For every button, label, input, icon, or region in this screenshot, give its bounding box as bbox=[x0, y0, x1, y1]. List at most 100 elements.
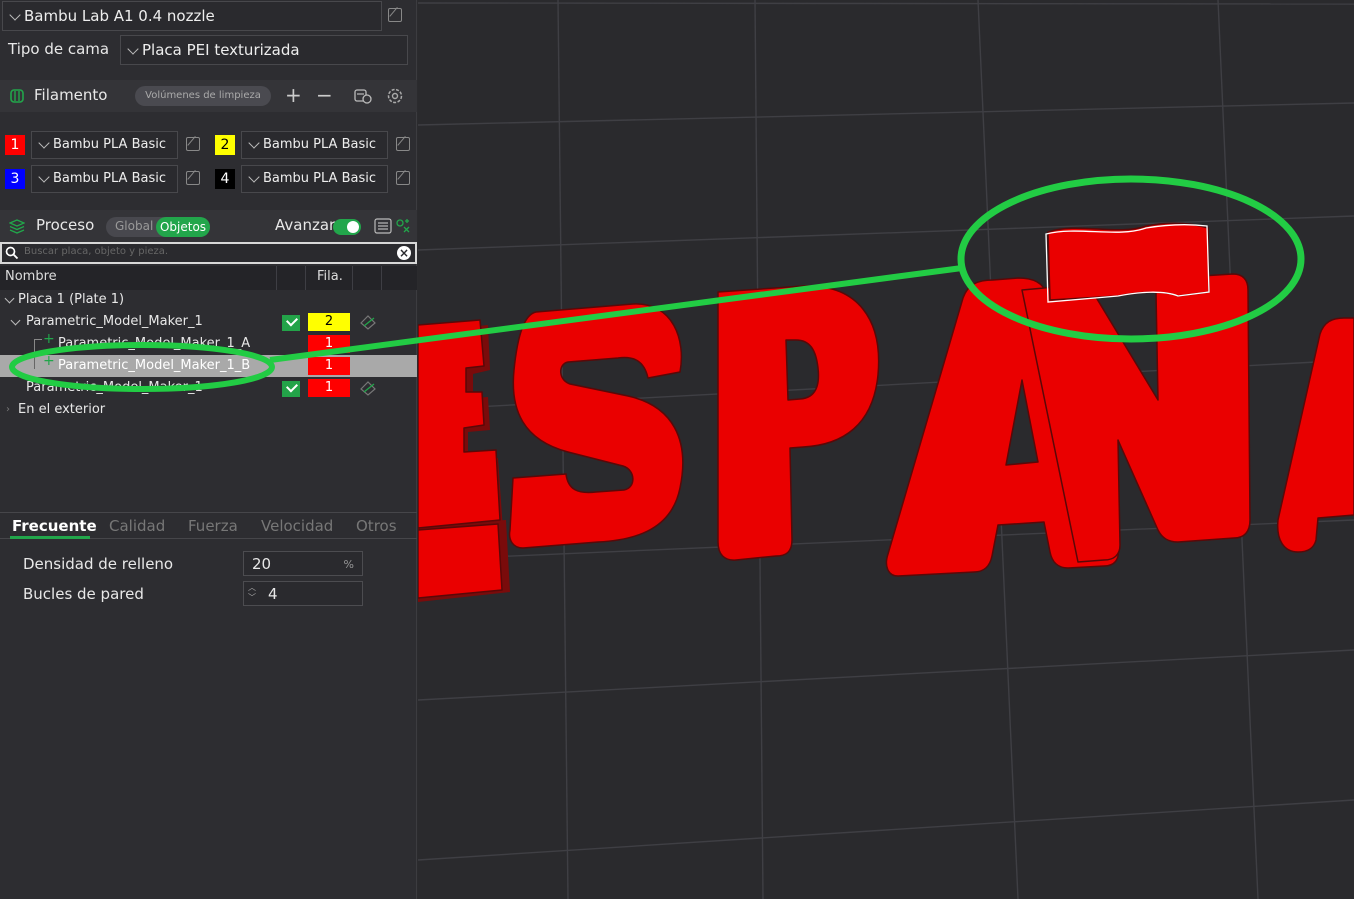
chevron-down-icon bbox=[248, 137, 260, 149]
clear-search-icon[interactable]: × bbox=[397, 246, 411, 260]
filament-dropdown[interactable]: Bambu PLA Basic bbox=[241, 131, 388, 159]
plate-name: Placa 1 (Plate 1) bbox=[18, 292, 125, 307]
add-filament-icon[interactable]: + bbox=[285, 84, 302, 106]
remove-filament-icon[interactable]: − bbox=[316, 84, 333, 106]
infill-density-unit: % bbox=[343, 558, 354, 571]
column-separator bbox=[381, 266, 382, 290]
object-table-header: Nombre Fila. bbox=[0, 266, 417, 290]
object-visible-checkbox[interactable] bbox=[282, 381, 300, 397]
expand-chevron-icon[interactable] bbox=[4, 293, 15, 304]
tab-others[interactable]: Otros bbox=[356, 517, 397, 535]
filament-number-badge[interactable]: 1 bbox=[5, 135, 25, 155]
object-row[interactable]: Parametric_Model_Maker_1 2 bbox=[0, 311, 417, 333]
filament-dropdown[interactable]: Bambu PLA Basic bbox=[241, 165, 388, 193]
object-filament-badge[interactable]: 1 bbox=[308, 379, 350, 397]
outside-label: En el exterior bbox=[18, 402, 106, 417]
column-name-header[interactable]: Nombre bbox=[5, 269, 57, 284]
chevron-down-icon bbox=[127, 43, 139, 55]
process-title: Proceso bbox=[36, 216, 95, 234]
viewport-scene[interactable] bbox=[418, 0, 1354, 899]
chevron-down-icon bbox=[38, 171, 50, 183]
tab-active-underline bbox=[10, 536, 90, 539]
tab-quality[interactable]: Calidad bbox=[109, 517, 165, 535]
paint-brush-icon[interactable] bbox=[359, 380, 377, 396]
filament-dropdown[interactable]: Bambu PLA Basic bbox=[31, 165, 178, 193]
outside-row[interactable]: › En el exterior bbox=[0, 399, 417, 421]
filament-spool-icon bbox=[10, 89, 24, 103]
object-visible-checkbox[interactable] bbox=[282, 315, 300, 331]
part-add-icon: + bbox=[43, 331, 55, 347]
settings-tabs: Frecuente Calidad Fuerza Velocidad Otros bbox=[0, 512, 417, 539]
process-compare-icon[interactable] bbox=[395, 218, 411, 234]
part-tree-connector bbox=[34, 355, 42, 369]
process-header: Proceso Global Objetos Avanzar bbox=[0, 210, 417, 242]
filament-dropdown[interactable]: Bambu PLA Basic bbox=[31, 131, 178, 159]
advanced-switch[interactable] bbox=[333, 219, 361, 235]
switch-knob bbox=[347, 221, 359, 233]
expand-chevron-icon[interactable] bbox=[10, 315, 21, 326]
filament-number-badge[interactable]: 2 bbox=[215, 135, 235, 155]
plate-row[interactable]: Placa 1 (Plate 1) bbox=[0, 289, 417, 311]
wall-loops-value: 4 bbox=[268, 585, 278, 603]
advanced-label: Avanzar bbox=[275, 216, 336, 234]
object-name: Parametric_Model_Maker_1 bbox=[26, 380, 203, 395]
bed-type-label: Tipo de cama bbox=[8, 40, 110, 58]
paint-brush-icon[interactable] bbox=[359, 314, 377, 330]
object-filament-badge[interactable]: 2 bbox=[308, 313, 350, 331]
column-separator bbox=[305, 266, 306, 290]
3d-viewport[interactable] bbox=[418, 0, 1354, 899]
object-search-box[interactable]: Buscar placa, objeto y pieza. × bbox=[0, 242, 417, 264]
part-name: Parametric_Model_Maker_1_A bbox=[58, 336, 251, 351]
bed-type-value: Placa PEI texturizada bbox=[142, 41, 300, 59]
stepper-arrows-icon[interactable]: ︿ ﹀ bbox=[248, 583, 256, 603]
toggle-global-option[interactable]: Global bbox=[115, 219, 153, 233]
printer-preset-label: Bambu Lab A1 0.4 nozzle bbox=[24, 7, 215, 25]
filament-settings-gear-icon[interactable] bbox=[386, 87, 404, 105]
infill-density-input[interactable]: 20 % bbox=[243, 551, 363, 576]
edit-filament-icon[interactable] bbox=[396, 171, 410, 185]
espana-model[interactable] bbox=[418, 222, 1354, 602]
edit-filament-icon[interactable] bbox=[186, 137, 200, 151]
process-layers-icon bbox=[9, 219, 25, 234]
part-name: Parametric_Model_Maker_1_B bbox=[58, 358, 251, 373]
column-filament-header[interactable]: Fila. bbox=[317, 269, 343, 284]
part-add-icon: + bbox=[43, 353, 55, 369]
search-placeholder: Buscar placa, objeto y pieza. bbox=[24, 246, 169, 257]
object-row[interactable]: Parametric_Model_Maker_1 1 bbox=[0, 377, 417, 399]
global-objects-toggle[interactable]: Global Objetos bbox=[106, 217, 210, 237]
part-filament-badge[interactable]: 1 bbox=[308, 335, 350, 353]
expand-arrow-icon[interactable]: › bbox=[6, 399, 10, 421]
column-separator bbox=[276, 266, 277, 290]
filament-number-badge[interactable]: 4 bbox=[215, 169, 235, 189]
edit-filament-icon[interactable] bbox=[186, 171, 200, 185]
part-row[interactable]: + Parametric_Model_Maker_1_A 1 bbox=[0, 331, 417, 355]
edit-filament-icon[interactable] bbox=[396, 137, 410, 151]
filament-number-badge[interactable]: 3 bbox=[5, 169, 25, 189]
chevron-down-icon bbox=[9, 9, 21, 21]
filament-material: Bambu PLA Basic bbox=[53, 137, 166, 152]
chevron-down-icon bbox=[248, 171, 260, 183]
part-filament-badge[interactable]: 1 bbox=[308, 357, 350, 375]
process-list-icon[interactable] bbox=[374, 218, 392, 234]
tab-speed[interactable]: Velocidad bbox=[261, 517, 333, 535]
toggle-objects-option[interactable]: Objetos bbox=[156, 217, 210, 237]
flush-volumes-button[interactable]: Volúmenes de limpieza bbox=[135, 86, 271, 106]
part-row-selected[interactable]: + Parametric_Model_Maker_1_B 1 bbox=[0, 353, 417, 377]
settings-sidebar: Bambu Lab A1 0.4 nozzle Tipo de cama Pla… bbox=[0, 0, 417, 899]
filament-title: Filamento bbox=[34, 86, 108, 104]
filament-material: Bambu PLA Basic bbox=[263, 171, 376, 186]
printer-preset-dropdown[interactable]: Bambu Lab A1 0.4 nozzle bbox=[2, 1, 382, 31]
infill-density-label: Densidad de relleno bbox=[23, 555, 174, 573]
infill-density-value: 20 bbox=[252, 555, 272, 573]
edit-printer-icon[interactable] bbox=[388, 8, 402, 22]
bed-type-dropdown[interactable]: Placa PEI texturizada bbox=[120, 35, 408, 65]
tab-strength[interactable]: Fuerza bbox=[188, 517, 238, 535]
chevron-down-icon bbox=[38, 137, 50, 149]
sync-filament-icon[interactable] bbox=[354, 88, 372, 104]
wall-loops-stepper[interactable]: ︿ ﹀ 4 bbox=[243, 581, 363, 606]
filament-material: Bambu PLA Basic bbox=[53, 171, 166, 186]
search-icon bbox=[5, 246, 19, 260]
filament-material: Bambu PLA Basic bbox=[263, 137, 376, 152]
tab-frequent[interactable]: Frecuente bbox=[12, 517, 97, 535]
part-tree-connector bbox=[34, 339, 42, 355]
